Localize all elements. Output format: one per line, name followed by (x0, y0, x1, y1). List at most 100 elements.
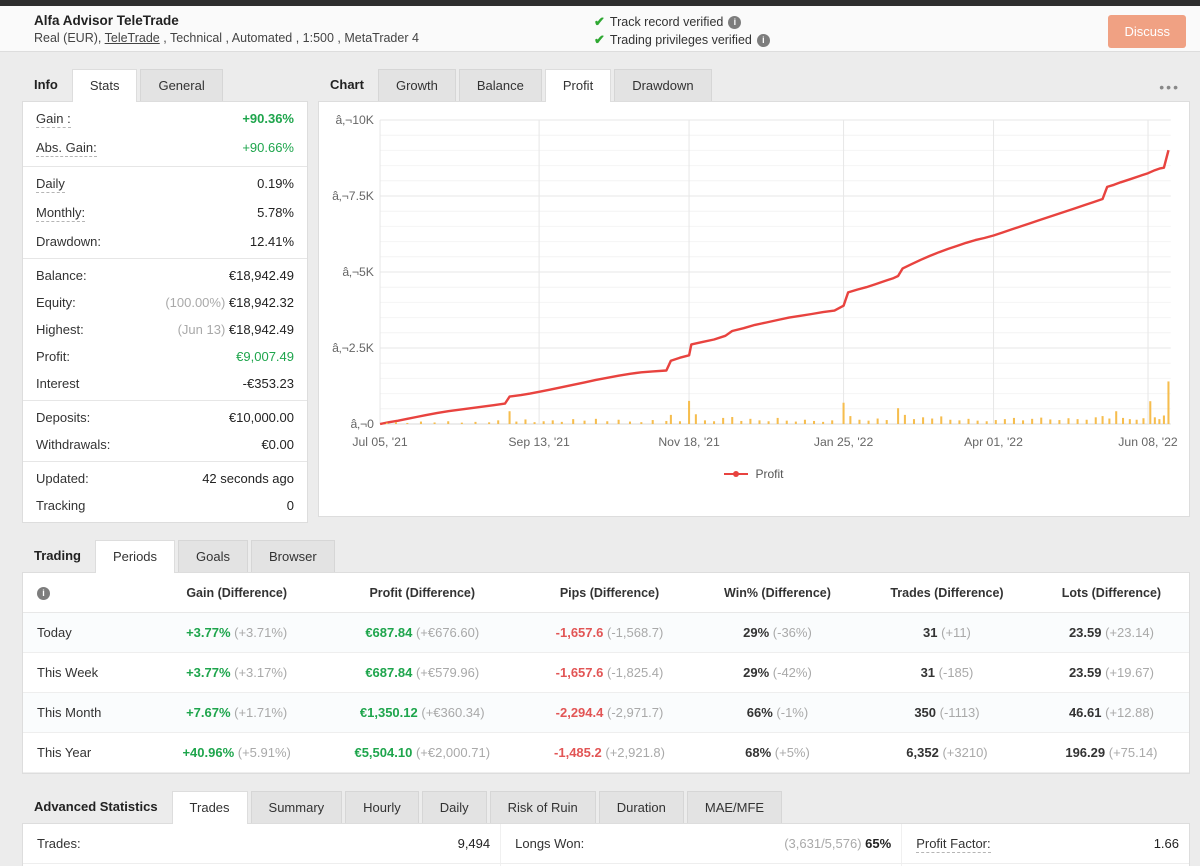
gain-value: +7.67% (186, 705, 230, 720)
tab-balance[interactable]: Balance (459, 69, 542, 101)
chart-legend: Profit (323, 467, 1185, 481)
profit-diff: (+€2,000.71) (416, 745, 490, 760)
profit-value: €687.84 (365, 665, 412, 680)
tab-duration[interactable]: Duration (599, 791, 684, 823)
win-diff: (-42%) (773, 665, 812, 680)
profit-line-legend-icon (724, 473, 748, 475)
tab-daily[interactable]: Daily (422, 791, 487, 823)
trades-diff: (-185) (939, 665, 974, 680)
table-row-this-week: This Week +3.77% (+3.17%) €687.84 (+€579… (23, 653, 1189, 693)
stat-row-profit: Profit: €9,007.49 (23, 343, 307, 370)
win-value: 66% (747, 705, 773, 720)
advanced-stats-card: Trades: 9,494 Longs Won: (3,631/5,576) 6… (22, 823, 1190, 866)
profit-chart: â‚¬0â‚¬2.5Kâ‚¬5Kâ‚¬7.5Kâ‚¬10KJul 05, '21… (323, 108, 1185, 460)
col-lots: Lots (Difference) (1034, 573, 1189, 613)
info-icon[interactable]: i (37, 587, 50, 600)
profit-label: Profit: (36, 349, 70, 364)
win-value: 29% (743, 665, 769, 680)
tab-trades[interactable]: Trades (172, 791, 248, 824)
win-diff: (-36%) (773, 625, 812, 640)
col-win: Win% (Difference) (695, 573, 860, 613)
stat-row-drawdown: Drawdown: 12.41% (23, 228, 307, 255)
tracking-value: 0 (287, 498, 294, 513)
tab-browser[interactable]: Browser (251, 540, 335, 572)
daily-label: Daily (36, 176, 65, 193)
tab-stats[interactable]: Stats (72, 69, 138, 102)
gain-diff: (+1.71%) (234, 705, 287, 720)
gain-value: +3.77% (186, 665, 230, 680)
discuss-button[interactable]: Discuss (1108, 15, 1186, 48)
abs-gain-label: Abs. Gain: (36, 140, 97, 157)
tab-general[interactable]: General (140, 69, 222, 101)
profit-diff: (+€360.34) (421, 705, 484, 720)
pips-diff: (-1,825.4) (607, 665, 663, 680)
col-trades: Trades (Difference) (860, 573, 1034, 613)
legend-label: Profit (755, 467, 783, 481)
tab-mae-mfe[interactable]: MAE/MFE (687, 791, 782, 823)
profit-diff: (+€676.60) (416, 625, 479, 640)
tab-risk-of-ruin[interactable]: Risk of Ruin (490, 791, 596, 823)
subtitle-suffix: , Technical , Automated , 1:500 , MetaTr… (160, 31, 419, 45)
tab-periods[interactable]: Periods (95, 540, 175, 573)
stat-row-deposits: Deposits: €10,000.00 (23, 404, 307, 431)
profit-value: €1,350.12 (360, 705, 418, 720)
profit-value: €687.84 (365, 625, 412, 640)
longs-won-pct: 65% (865, 836, 891, 851)
trades-value: 9,494 (354, 824, 501, 864)
svg-text:Apr 01, '22: Apr 01, '22 (964, 435, 1023, 449)
tab-goals[interactable]: Goals (178, 540, 248, 572)
tab-profit[interactable]: Profit (545, 69, 611, 102)
pips-diff: (-1,568.7) (607, 625, 663, 640)
withdrawals-label: Withdrawals: (36, 437, 110, 452)
trades-value: 31 (921, 665, 935, 680)
monthly-value: 5.78% (257, 205, 294, 220)
interest-value: -€353.23 (243, 376, 294, 391)
stat-row-interest: Interest -€353.23 (23, 370, 307, 397)
periods-card: i Gain (Difference) Profit (Difference) … (22, 572, 1190, 774)
check-icon: ✔ (594, 14, 605, 30)
tab-growth[interactable]: Growth (378, 69, 456, 101)
trades-value: 6,352 (906, 745, 939, 760)
col-pips: Pips (Difference) (524, 573, 695, 613)
tab-hourly[interactable]: Hourly (345, 791, 419, 823)
stat-row-monthly: Monthly: 5.78% (23, 199, 307, 228)
highest-label: Highest: (36, 322, 84, 337)
equity-label: Equity: (36, 295, 76, 310)
gain-value: +3.77% (186, 625, 230, 640)
chart-menu-icon[interactable]: ••• (1149, 73, 1190, 101)
win-value: 68% (745, 745, 771, 760)
row-label: This Week (23, 653, 153, 693)
track-record-verified-label: Track record verified (610, 15, 723, 29)
info-icon[interactable]: i (757, 34, 770, 47)
stat-row-updated: Updated: 42 seconds ago (23, 465, 307, 492)
deposits-value: €10,000.00 (229, 410, 294, 425)
lots-diff: (+75.14) (1109, 745, 1158, 760)
highest-amount: €18,942.49 (229, 322, 294, 337)
gain-value: +90.36% (242, 111, 294, 126)
trades-label: Trades: (23, 824, 354, 864)
updated-value: 42 seconds ago (202, 471, 294, 486)
stats-card: Gain : +90.36% Abs. Gain: +90.66% Daily … (22, 101, 308, 523)
win-diff: (-1%) (776, 705, 808, 720)
trading-panel-tabbar: Trading Periods Goals Browser (22, 539, 1190, 572)
svg-text:Jun 08, '22: Jun 08, '22 (1118, 435, 1178, 449)
equity-value: (100.00%) €18,942.32 (165, 295, 294, 310)
table-row-this-year: This Year +40.96% (+5.91%) €5,504.10 (+€… (23, 733, 1189, 773)
account-subtitle: Real (EUR), TeleTrade , Technical , Auto… (34, 31, 594, 45)
periods-table: i Gain (Difference) Profit (Difference) … (23, 573, 1189, 773)
profit-diff: (+€579.96) (416, 665, 479, 680)
stat-row-balance: Balance: €18,942.49 (23, 262, 307, 289)
tab-summary[interactable]: Summary (251, 791, 343, 823)
check-icon: ✔ (594, 32, 605, 48)
info-panel-tabbar: Info Stats General (22, 68, 308, 101)
highest-date: (Jun 13) (178, 322, 226, 337)
broker-link[interactable]: TeleTrade (105, 31, 160, 45)
stat-row-highest: Highest: (Jun 13) €18,942.49 (23, 316, 307, 343)
svg-text:Jan 25, '22: Jan 25, '22 (814, 435, 874, 449)
trades-diff: (+11) (941, 625, 971, 640)
gain-diff: (+5.91%) (238, 745, 291, 760)
tab-drawdown[interactable]: Drawdown (614, 69, 711, 101)
profit-value: €9,007.49 (236, 349, 294, 364)
info-icon[interactable]: i (728, 16, 741, 29)
lots-diff: (+12.88) (1105, 705, 1154, 720)
